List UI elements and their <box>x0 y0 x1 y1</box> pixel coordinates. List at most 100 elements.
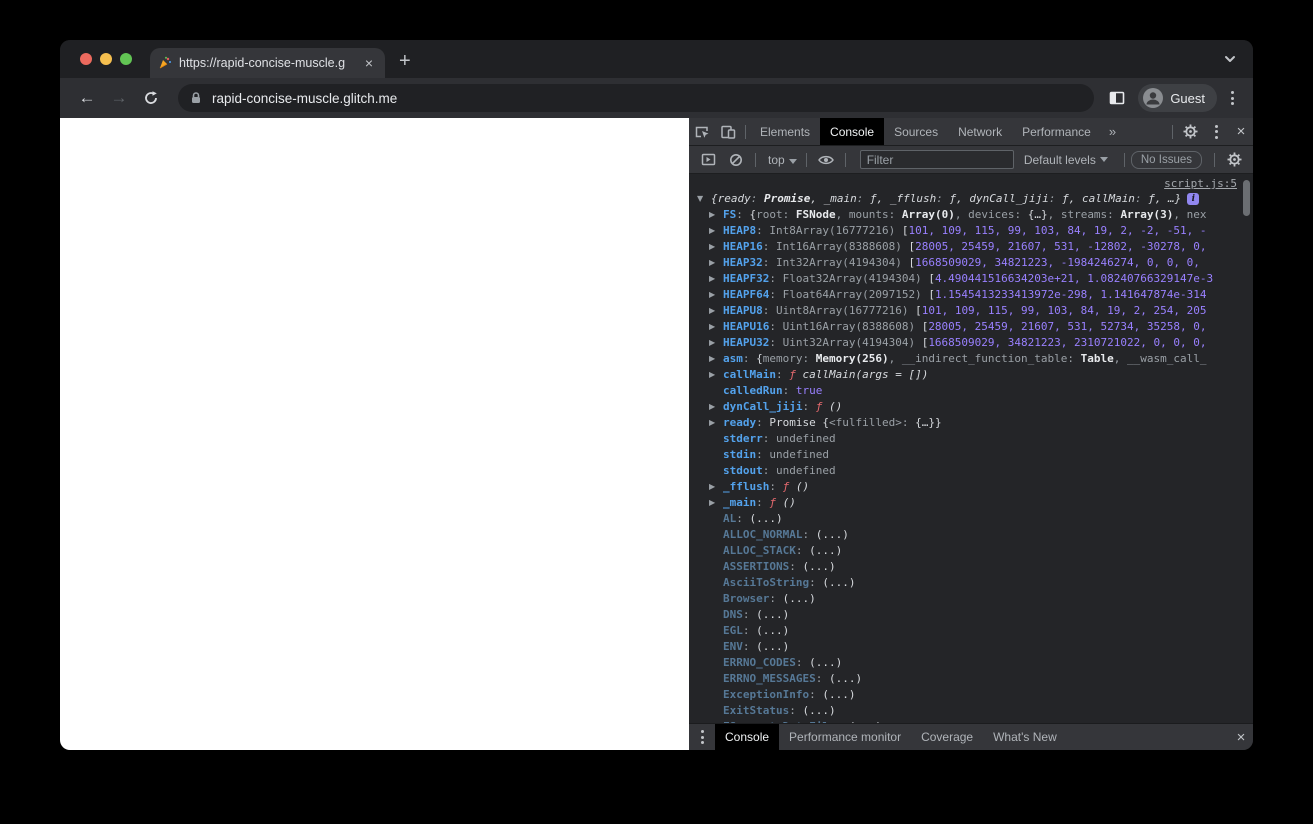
console-output[interactable]: script.js:5 ▼ {ready: Promise, _main: ƒ, … <box>689 174 1253 723</box>
filter-input[interactable] <box>859 150 1014 169</box>
reload-button[interactable] <box>138 90 164 106</box>
disclosure-right-icon[interactable]: ▶ <box>709 223 723 239</box>
console-token: { <box>756 352 763 365</box>
console-line[interactable]: ▶ HEAP16: Int16Array(8388608) [28005, 254… <box>689 239 1253 255</box>
tab-strip: https://rapid-concise-muscle.g × + <box>60 40 1253 78</box>
console-line[interactable]: ▶ HEAP8: Int8Array(16777216) [101, 109, 1… <box>689 223 1253 239</box>
tab-console[interactable]: Console <box>715 724 780 750</box>
tab-sources[interactable]: Sources <box>884 118 948 145</box>
disclosure-right-icon[interactable]: ▶ <box>709 351 723 367</box>
console-token: : <box>795 656 810 669</box>
disclosure-right-icon[interactable]: ▶ <box>709 303 723 319</box>
minimize-window-button[interactable] <box>100 53 112 65</box>
console-line[interactable]: ▶ HEAPU8: Uint8Array(16777216) [101, 109,… <box>689 303 1253 319</box>
disclosure-right-icon[interactable]: ▶ <box>709 239 723 255</box>
console-line[interactable]: ▶ ready: Promise {<fulfilled>: {…}} <box>689 415 1253 431</box>
console-token: : <box>742 352 757 365</box>
source-link[interactable]: script.js:5 <box>1164 177 1237 190</box>
new-tab-button[interactable]: + <box>399 48 411 74</box>
console-token: (...) <box>849 720 882 723</box>
window-controls <box>80 53 132 65</box>
console-line[interactable]: ▶ FS: {root: FSNode, mounts: Array(0), de… <box>689 207 1253 223</box>
back-button[interactable]: ← <box>74 88 100 108</box>
devtools-menu-icon[interactable] <box>1203 124 1229 139</box>
tab-console[interactable]: Console <box>820 118 885 145</box>
chevron-down-icon <box>788 158 797 164</box>
clear-console-icon[interactable] <box>723 153 749 167</box>
disclosure-right-icon[interactable]: ▶ <box>709 271 723 287</box>
chevron-down-icon <box>1099 157 1108 162</box>
console-line[interactable]: ▶ HEAP32: Int32Array(4194304) [1668509029… <box>689 255 1253 271</box>
console-token: (...) <box>822 688 856 701</box>
tab-close-icon[interactable]: × <box>361 55 377 71</box>
drawer-menu-icon[interactable] <box>689 730 715 744</box>
disclosure-right-icon[interactable]: ▶ <box>709 415 723 431</box>
console-token: (...) <box>756 640 790 653</box>
console-token: 1.1545413233413972e-298, 1.141647874e-31… <box>934 288 1207 301</box>
device-toolbar-icon[interactable] <box>715 124 741 140</box>
tab-elements[interactable]: Elements <box>750 118 820 145</box>
inspect-element-icon[interactable] <box>689 124 715 140</box>
tab-performance-monitor[interactable]: Performance monitor <box>779 724 911 750</box>
tab-performance[interactable]: Performance <box>1012 118 1101 145</box>
console-line[interactable]: ▶ HEAPU32: Uint32Array(4194304) [16685090… <box>689 335 1253 351</box>
console-token: [ <box>915 304 922 317</box>
console-token: Int8Array(16777216) <box>769 224 902 237</box>
console-token: FS <box>723 208 737 221</box>
live-expression-eye-icon[interactable] <box>813 154 839 166</box>
console-line[interactable]: ▶ dynCall_jiji: ƒ () <box>689 399 1253 415</box>
console-line: ExitStatus: (...) <box>689 703 1253 719</box>
console-line[interactable]: ▶ asm: {memory: Memory(256), __indirect_f… <box>689 351 1253 367</box>
console-line[interactable]: ▶ HEAPF64: Float64Array(2097152) [1.15454… <box>689 287 1253 303</box>
context-selector[interactable]: top <box>762 153 800 167</box>
console-token: Int16Array(8388608) <box>776 240 909 253</box>
disclosure-right-icon[interactable]: ▶ <box>709 495 723 511</box>
side-panel-icon[interactable] <box>1108 89 1126 107</box>
console-line[interactable]: ▶ _fflush: ƒ () <box>689 479 1253 495</box>
disclosure-right-icon[interactable]: ▶ <box>709 287 723 303</box>
disclosure-right-icon[interactable]: ▶ <box>709 479 723 495</box>
tab-network[interactable]: Network <box>948 118 1012 145</box>
devtools-close-icon[interactable]: × <box>1229 123 1253 140</box>
console-line[interactable]: ▼ {ready: Promise, _main: ƒ, _fflush: ƒ, … <box>689 191 1253 207</box>
console-token: : <box>789 560 803 573</box>
info-badge-icon[interactable]: i <box>1187 193 1200 205</box>
tab-search-chevron-icon[interactable] <box>1223 52 1237 66</box>
console-token: () <box>795 480 810 493</box>
profile-button[interactable]: Guest <box>1138 84 1217 112</box>
console-settings-gear-icon[interactable] <box>1221 152 1247 167</box>
url-bar[interactable]: rapid-concise-muscle.glitch.me <box>178 84 1095 112</box>
browser-tab[interactable]: https://rapid-concise-muscle.g × <box>150 48 385 78</box>
close-window-button[interactable] <box>80 53 92 65</box>
settings-gear-icon[interactable] <box>1177 124 1203 139</box>
scrollbar-thumb[interactable] <box>1243 180 1250 216</box>
drawer-close-icon[interactable]: × <box>1229 729 1253 746</box>
console-sidebar-icon[interactable] <box>695 152 721 167</box>
console-token: Array(3) <box>1120 208 1174 221</box>
browser-menu-icon[interactable] <box>1223 91 1241 105</box>
issues-button[interactable]: No Issues <box>1130 150 1202 169</box>
disclosure-down-icon[interactable]: ▼ <box>697 191 711 207</box>
tab-coverage[interactable]: Coverage <box>911 724 983 750</box>
console-token: { <box>822 416 829 429</box>
disclosure-right-icon[interactable]: ▶ <box>709 207 723 223</box>
console-line[interactable]: ▶ callMain: ƒ callMain(args = []) <box>689 367 1253 383</box>
more-tabs-button[interactable]: » <box>1101 124 1124 139</box>
console-line[interactable]: ▶ _main: ƒ () <box>689 495 1253 511</box>
disclosure-right-icon[interactable]: ▶ <box>709 255 723 271</box>
tab-what-s-new[interactable]: What's New <box>983 724 1067 750</box>
console-line[interactable]: ▶ HEAPF32: Float32Array(4194304) [4.49044… <box>689 271 1253 287</box>
disclosure-right-icon[interactable]: ▶ <box>709 335 723 351</box>
disclosure-right-icon[interactable]: ▶ <box>709 399 723 415</box>
disclosure-right-icon[interactable]: ▶ <box>709 319 723 335</box>
disclosure-right-icon[interactable]: ▶ <box>709 367 723 383</box>
console-token: _fflush <box>723 480 770 493</box>
log-levels-dropdown[interactable]: Default levels <box>1024 153 1108 167</box>
console-token: , streams: <box>1047 208 1121 221</box>
console-token: stdout <box>723 464 763 477</box>
devtools-panel: Elements Console Sources Network Performance… <box>689 118 1253 750</box>
console-token: : <box>769 272 783 285</box>
maximize-window-button[interactable] <box>120 53 132 65</box>
console-token: (...) <box>802 560 836 573</box>
console-line[interactable]: ▶ HEAPU16: Uint16Array(8388608) [28005, 2… <box>689 319 1253 335</box>
